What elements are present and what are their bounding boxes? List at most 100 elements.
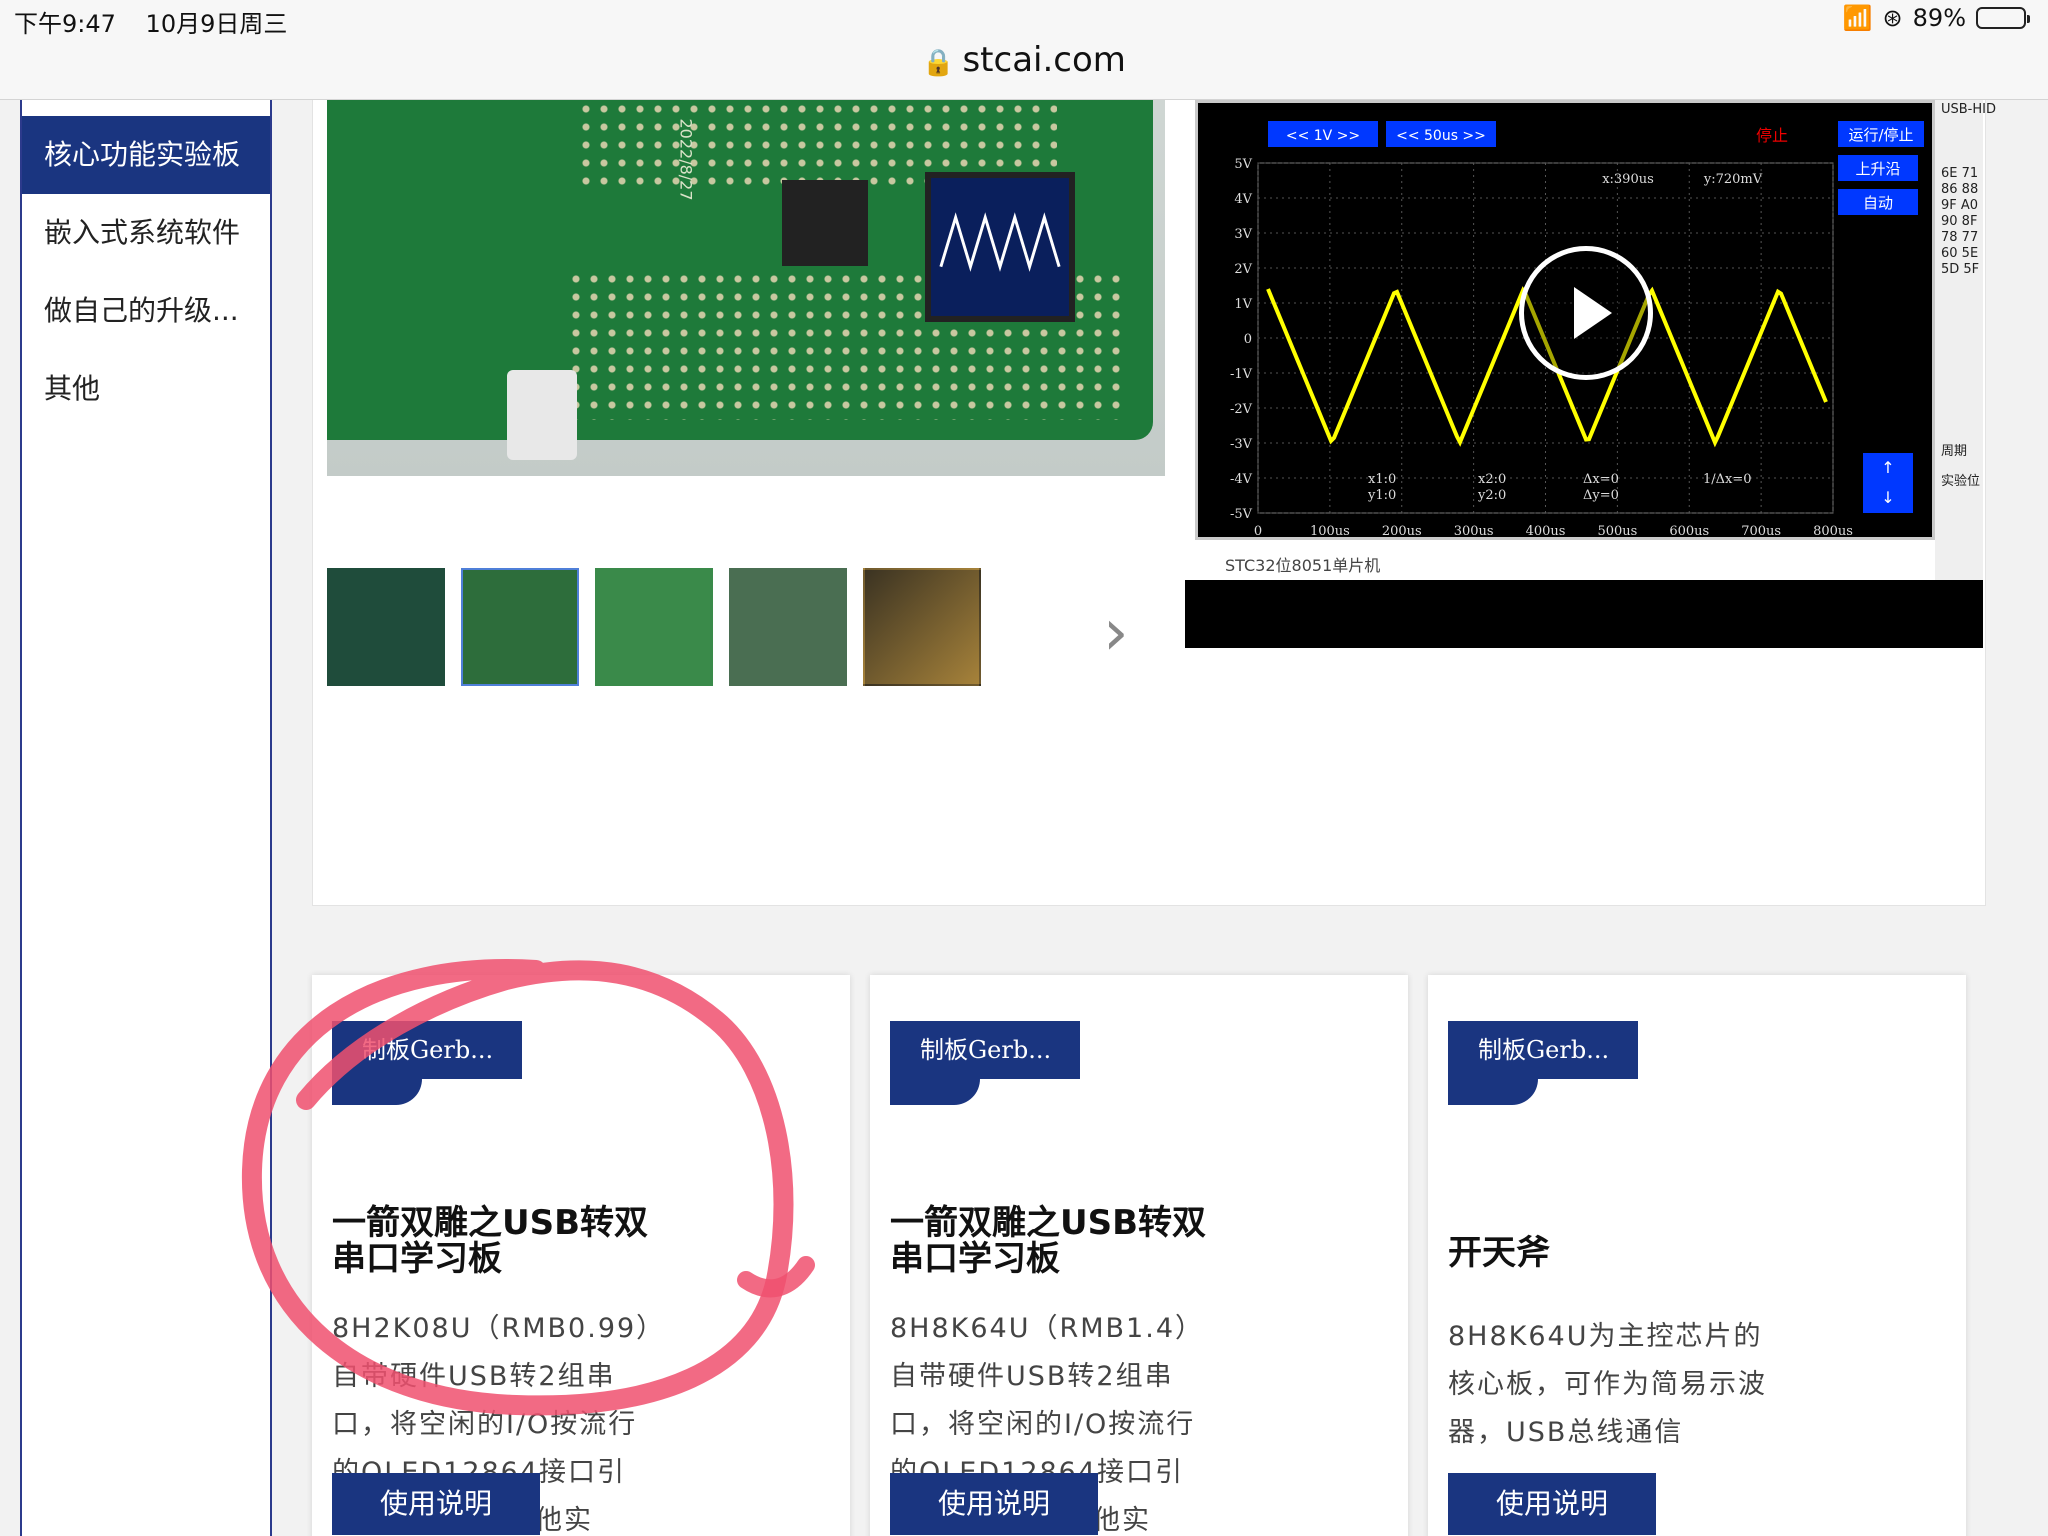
thumbnail-3[interactable] bbox=[595, 568, 713, 686]
scope-y-tick: -5V bbox=[1230, 507, 1253, 522]
scope-y-tick: -2V bbox=[1230, 402, 1253, 417]
side-panel-text: 周期 bbox=[1941, 444, 1968, 459]
scope-run-stop-label: 运行/停止 bbox=[1848, 126, 1913, 144]
chevron-right-icon[interactable]: › bbox=[1103, 596, 1129, 670]
scope-cursor-readout: y1:0 bbox=[1367, 488, 1396, 503]
scope-y-tick: 2V bbox=[1234, 262, 1252, 277]
video-caption: STC32位8051单片机 bbox=[1225, 556, 1381, 575]
scope-x-tick: 700us bbox=[1741, 524, 1781, 539]
scope-y-tick: 0 bbox=[1244, 332, 1252, 347]
scope-x-tick: 200us bbox=[1382, 524, 1422, 539]
card-title[interactable]: 一箭双雕之USB转双串口学习板 bbox=[890, 1205, 1230, 1277]
user-manual-button[interactable]: 使用说明 bbox=[890, 1473, 1098, 1535]
scope-y-tick: -1V bbox=[1230, 367, 1253, 382]
card-tag-tail bbox=[332, 1079, 422, 1105]
scope-volt-label: << 1V >> bbox=[1286, 128, 1360, 144]
sidebar-item-other[interactable]: 其他 bbox=[22, 350, 270, 428]
pcb-board-image: 2022/8/27 bbox=[327, 100, 1153, 440]
side-panel-text: 86 88 bbox=[1941, 182, 1979, 197]
card-title[interactable]: 一箭双雕之USB转双串口学习板 bbox=[332, 1205, 672, 1277]
side-panel-text: 6E 71 bbox=[1941, 166, 1979, 181]
scope-cursor-readout: Δy=0 bbox=[1583, 488, 1619, 503]
scope-x-tick: 100us bbox=[1310, 524, 1350, 539]
scope-cursor-readout: x2:0 bbox=[1478, 472, 1506, 487]
category-sidebar: 核心功能实验板 嵌入式系统软件 做自己的升级... 其他 bbox=[20, 100, 272, 1536]
product-card[interactable]: 制板Gerb... 一箭双雕之USB转双串口学习板 8H8K64U（RMB1.4… bbox=[870, 975, 1408, 1536]
battery-icon bbox=[1976, 7, 2030, 29]
thumbnail-5[interactable] bbox=[863, 568, 981, 686]
play-icon[interactable] bbox=[1519, 246, 1653, 380]
sidebar-item-upgrade[interactable]: 做自己的升级... bbox=[22, 272, 270, 350]
scope-stop-label: 停止 bbox=[1756, 126, 1788, 145]
scope-auto-label: 自动 bbox=[1863, 194, 1893, 212]
scope-y-tick: -3V bbox=[1230, 437, 1253, 452]
scope-y-readout: y:720mV bbox=[1703, 172, 1763, 187]
thumbnail-2[interactable] bbox=[461, 568, 579, 686]
sidebar-item-core-boards[interactable]: 核心功能实验板 bbox=[22, 116, 270, 194]
card-tag-tail bbox=[1448, 1079, 1538, 1105]
product-video[interactable]: 5V 4V 3V 2V 1V 0 -1V -2V -3V -4V -5V 0 100us 200us 300… bbox=[1185, 100, 1996, 648]
scope-time-label: << 50us >> bbox=[1396, 128, 1486, 144]
sidebar-item-embedded-software[interactable]: 嵌入式系统软件 bbox=[22, 194, 270, 272]
scope-x-tick: 600us bbox=[1669, 524, 1709, 539]
browser-top-bar: 下午9:47 10月9日周三 📶 ⊛ 89% 🔒 stcai.com bbox=[0, 0, 2048, 100]
scope-x-tick: 500us bbox=[1597, 524, 1637, 539]
card-description: 8H8K64U为主控芯片的核心板，可作为简易示波器，USB总线通信 bbox=[1448, 1321, 1767, 1448]
scope-x-readout: x:390us bbox=[1602, 172, 1654, 187]
scope-cursor-readout: 1/Δx=0 bbox=[1703, 472, 1752, 487]
status-bar-right: 📶 ⊛ 89% bbox=[1842, 4, 2030, 32]
card-tag-tail bbox=[890, 1079, 980, 1105]
lock-icon: 🔒 bbox=[922, 48, 955, 78]
mcu-chip bbox=[782, 180, 868, 266]
scope-cursor-readout: x1:0 bbox=[1368, 472, 1396, 487]
side-panel-text: 实验位 bbox=[1941, 474, 1981, 489]
side-panel-text: 9F A0 bbox=[1941, 198, 1979, 213]
thumbnail-1[interactable] bbox=[327, 568, 445, 686]
url-text: stcai.com bbox=[962, 40, 1126, 80]
card-tag[interactable]: 制板Gerb... bbox=[332, 1021, 522, 1079]
orientation-lock-icon: ⊛ bbox=[1882, 4, 1903, 32]
scope-x-tick: 800us bbox=[1813, 524, 1853, 539]
screen: 下午9:47 10月9日周三 📶 ⊛ 89% 🔒 stcai.com 核心功能实验… bbox=[0, 0, 2048, 1536]
product-card[interactable]: 制板Gerb... 开天斧 8H8K64U为主控芯片的核心板，可作为简易示波器，… bbox=[1428, 975, 1966, 1536]
thumbnail-strip bbox=[327, 568, 981, 686]
scope-x-tick: 0 bbox=[1254, 524, 1262, 539]
wifi-icon: 📶 bbox=[1842, 4, 1873, 32]
scope-y-tick: 3V bbox=[1234, 227, 1252, 242]
scope-arrow-down-icon: ↓ bbox=[1881, 488, 1894, 507]
board-date-text: 2022/8/27 bbox=[676, 118, 696, 201]
card-title[interactable]: 开天斧 bbox=[1448, 1235, 1788, 1271]
thumbnail-4[interactable] bbox=[729, 568, 847, 686]
card-tag[interactable]: 制板Gerb... bbox=[1448, 1021, 1638, 1079]
video-control-bar bbox=[1185, 580, 1983, 648]
side-panel-text: 78 77 bbox=[1941, 230, 1979, 245]
status-date: 10月9日周三 bbox=[145, 10, 288, 38]
card-tag[interactable]: 制板Gerb... bbox=[890, 1021, 1080, 1079]
scope-arrow-up-icon: ↑ bbox=[1881, 458, 1894, 477]
scope-x-tick: 400us bbox=[1526, 524, 1566, 539]
oled-display bbox=[925, 172, 1075, 322]
product-gallery: 2022/8/27 › 5V 4V 3V 2V 1V 0 -1V -2V -3V -4V -5V 0 1… bbox=[312, 100, 1996, 906]
scope-y-tick: 1V bbox=[1234, 297, 1252, 312]
address-bar[interactable]: 🔒 stcai.com bbox=[0, 40, 2048, 80]
scope-y-tick: 5V bbox=[1234, 157, 1252, 172]
product-card[interactable]: 制板Gerb... 一箭双雕之USB转双串口学习板 8H2K08U（RMB0.9… bbox=[312, 975, 850, 1536]
scope-y-tick: -4V bbox=[1230, 472, 1253, 487]
status-bar-left: 下午9:47 10月9日周三 bbox=[14, 4, 309, 39]
scope-cursor-readout: Δx=0 bbox=[1583, 472, 1619, 487]
side-panel-text: 5D 5F bbox=[1941, 262, 1980, 277]
side-panel-text: 60 5E bbox=[1941, 246, 1979, 261]
status-time: 下午9:47 bbox=[14, 10, 116, 38]
user-manual-button[interactable]: 使用说明 bbox=[1448, 1473, 1656, 1535]
scope-x-tick: 300us bbox=[1454, 524, 1494, 539]
scope-y-tick: 4V bbox=[1234, 192, 1252, 207]
scope-rising-label: 上升沿 bbox=[1855, 160, 1900, 178]
hid-side-panel: USB-HID 6E 71 86 88 9F A0 90 8F 78 77 60 5E 5D … bbox=[1935, 100, 1996, 580]
side-panel-text: USB-HID bbox=[1941, 102, 1996, 117]
user-manual-button[interactable]: 使用说明 bbox=[332, 1473, 540, 1535]
battery-percent: 89% bbox=[1912, 4, 1966, 32]
main-product-photo[interactable]: 2022/8/27 bbox=[327, 100, 1165, 476]
usb-cable-image bbox=[507, 370, 577, 460]
side-panel-text: 90 8F bbox=[1941, 214, 1978, 229]
scope-cursor-readout: y2:0 bbox=[1477, 488, 1506, 503]
